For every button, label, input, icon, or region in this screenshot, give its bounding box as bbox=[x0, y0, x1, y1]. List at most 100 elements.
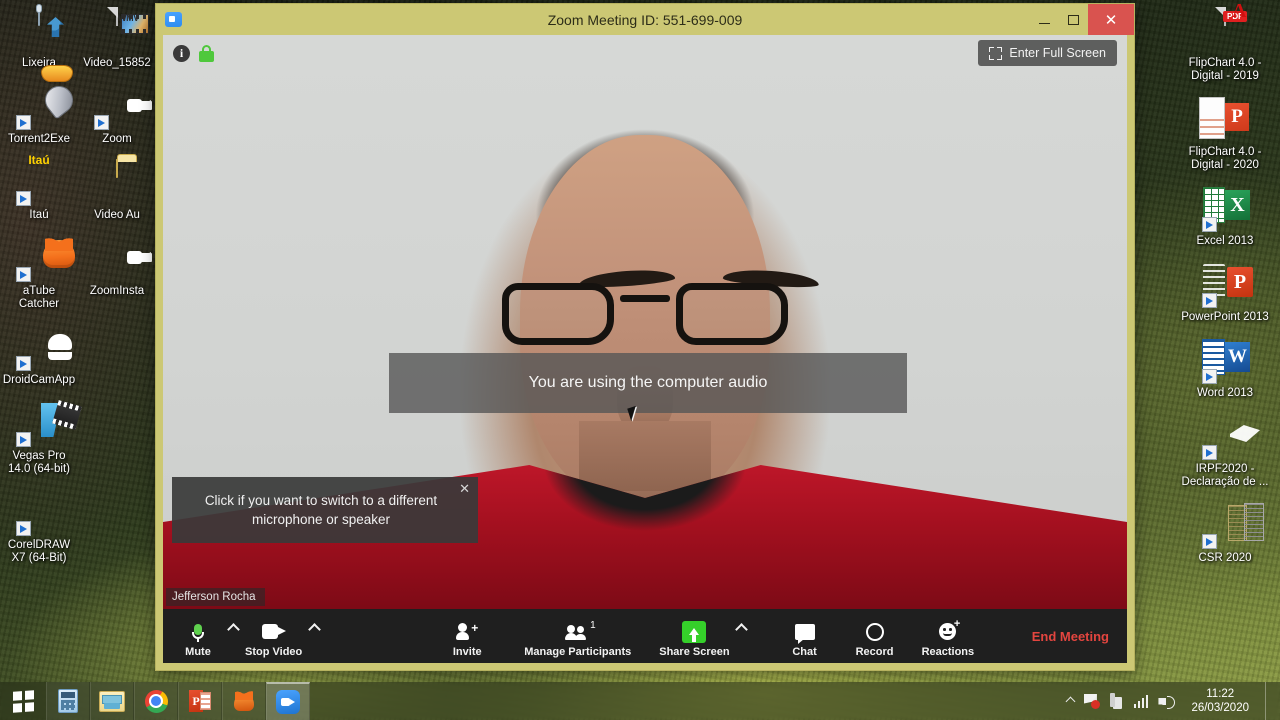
volume-speaker-icon[interactable] bbox=[1158, 694, 1176, 709]
desktop-icon-label: FlipChart 4.0 - Digital - 2020 bbox=[1188, 146, 1262, 171]
stop-video-button[interactable]: Stop Video bbox=[245, 615, 302, 658]
desktop-icon-droidcamapp[interactable]: DroidCamApp bbox=[0, 321, 78, 389]
desktop-icon-coreldraw[interactable]: CorelDRAW X7 (64-Bit) bbox=[0, 486, 78, 567]
taskbar-app-calculator[interactable] bbox=[46, 682, 90, 720]
share-screen-label: Share Screen bbox=[659, 645, 730, 658]
invite-button[interactable]: + Invite bbox=[444, 615, 490, 658]
zoom-installer-icon bbox=[94, 236, 151, 282]
reactions-label: Reactions bbox=[921, 645, 975, 658]
desktop-icon-csr-2020[interactable]: CSR 2020 bbox=[1170, 499, 1280, 567]
taskbar-app-powerpoint[interactable]: P bbox=[178, 682, 222, 720]
network-signal-icon[interactable] bbox=[1133, 694, 1149, 708]
recycle-bin-icon bbox=[16, 7, 62, 54]
desktop-icon-label: IRPF2020 - Declaração de ... bbox=[1181, 463, 1269, 488]
desktop-icon-irpf2020[interactable]: IRPF2020 - Declaração de ... bbox=[1170, 410, 1280, 491]
powerpoint-file-icon: P bbox=[1199, 97, 1249, 143]
record-button[interactable]: Record bbox=[852, 615, 898, 658]
file-explorer-icon bbox=[99, 690, 125, 712]
zoom-meeting-toolbar: Mute Stop Video + Invite 1 Manage Partic… bbox=[163, 609, 1127, 663]
video-options-chevron-up-icon[interactable] bbox=[302, 609, 326, 663]
desktop-icon-label: aTube Catcher bbox=[18, 285, 60, 310]
windows-start-icon[interactable] bbox=[0, 682, 46, 720]
window-titlebar[interactable]: Zoom Meeting ID: 551-699-009 ✕ bbox=[156, 4, 1134, 35]
desktop-icon-torrent2exe[interactable]: Torrent2Exe bbox=[0, 80, 78, 148]
zoom-icon bbox=[276, 690, 300, 714]
maximize-button[interactable] bbox=[1059, 4, 1088, 35]
enter-full-screen-label: Enter Full Screen bbox=[1009, 46, 1106, 60]
record-circle-icon bbox=[865, 620, 884, 644]
shortcut-arrow-icon bbox=[16, 356, 31, 371]
desktop-icon-flipchart-2020[interactable]: P FlipChart 4.0 - Digital - 2020 bbox=[1170, 93, 1280, 174]
clock-date: 26/03/2020 bbox=[1191, 702, 1249, 714]
windows-taskbar: P 11:22 26/03/2020 bbox=[0, 682, 1280, 720]
desktop-icon-label: FlipChart 4.0 - Digital - 2019 bbox=[1188, 57, 1262, 82]
share-screen-button[interactable]: Share Screen bbox=[659, 615, 730, 658]
reactions-button[interactable]: + Reactions bbox=[922, 615, 975, 658]
record-label: Record bbox=[855, 645, 894, 658]
powerpoint-icon: P bbox=[189, 690, 211, 712]
coreldraw-icon bbox=[16, 490, 62, 536]
camera-icon bbox=[261, 620, 286, 644]
system-tray: 11:22 26/03/2020 bbox=[1063, 682, 1280, 720]
taskbar-app-atube-catcher[interactable] bbox=[222, 682, 266, 720]
atube-catcher-icon bbox=[16, 236, 62, 282]
desktop-icon-label: CorelDRAW X7 (64-Bit) bbox=[7, 539, 71, 564]
desktop-icon-video-au-folder[interactable]: Video Au bbox=[78, 156, 156, 224]
shortcut-arrow-icon bbox=[1202, 293, 1217, 308]
desktop-icon-lixeira[interactable]: Lixeira bbox=[0, 4, 78, 72]
taskbar-app-google-chrome[interactable] bbox=[134, 682, 178, 720]
invite-person-icon: + bbox=[456, 620, 478, 644]
mute-button[interactable]: Mute bbox=[175, 615, 221, 658]
shortcut-arrow-icon bbox=[1202, 445, 1217, 460]
action-center-flag-icon[interactable] bbox=[1084, 694, 1100, 709]
safely-remove-hardware-icon[interactable] bbox=[1109, 693, 1124, 709]
desktop-icon-label: Vegas Pro 14.0 (64-bit) bbox=[7, 450, 70, 475]
desktop-icon-vegas-pro[interactable]: Vegas Pro 14.0 (64-bit) bbox=[0, 397, 78, 478]
desktop-icon-spacer bbox=[78, 321, 156, 389]
taskbar-app-file-explorer[interactable] bbox=[90, 682, 134, 720]
invite-label: Invite bbox=[452, 645, 482, 658]
manage-participants-button[interactable]: 1 Manage Participants bbox=[524, 615, 631, 658]
desktop-icon-excel-2013[interactable]: X Excel 2013 bbox=[1170, 182, 1280, 250]
desktop-icon-atube-catcher[interactable]: aTube Catcher bbox=[0, 232, 78, 313]
close-button[interactable]: ✕ bbox=[1088, 4, 1134, 35]
end-meeting-button[interactable]: End Meeting bbox=[1032, 629, 1115, 644]
desktop-icon-label: Zoom bbox=[102, 133, 132, 145]
taskbar-clock[interactable]: 11:22 26/03/2020 bbox=[1185, 687, 1255, 715]
tooltip-text: Click if you want to switch to a differe… bbox=[204, 493, 438, 527]
desktop-icon-flipchart-2019[interactable]: PDF A FlipChart 4.0 - Digital - 2019 bbox=[1170, 1, 1280, 85]
people-icon: 1 bbox=[564, 620, 596, 644]
desktop-icon-label: CSR 2020 bbox=[1198, 552, 1252, 564]
share-options-chevron-up-icon[interactable] bbox=[730, 609, 754, 663]
show-hidden-icons-chevron[interactable] bbox=[1065, 696, 1076, 706]
pdf-file-icon: PDF A bbox=[1202, 1, 1248, 54]
desktop-icon-word-2013[interactable]: W Word 2013 bbox=[1170, 334, 1280, 402]
share-screen-arrow-icon bbox=[682, 620, 707, 644]
video-neck bbox=[579, 421, 711, 491]
encryption-lock-icon[interactable] bbox=[199, 44, 214, 62]
droidcam-icon bbox=[16, 325, 62, 371]
shortcut-arrow-icon bbox=[16, 432, 31, 447]
desktop-icon-zoom[interactable]: Zoom bbox=[78, 80, 156, 148]
video-stage: i Enter Full Screen You are using the co… bbox=[163, 35, 1127, 609]
audio-options-chevron-up-icon[interactable] bbox=[221, 609, 245, 663]
atube-catcher-icon bbox=[233, 691, 255, 711]
folder-icon bbox=[94, 159, 140, 206]
powerpoint-app-icon: P bbox=[1202, 262, 1253, 308]
desktop-icon-video-15852[interactable]: WMV Video_15852 bbox=[78, 4, 156, 72]
zoom-app-icon bbox=[94, 84, 151, 130]
close-icon[interactable]: ✕ bbox=[459, 482, 470, 495]
desktop-icon-label: Excel 2013 bbox=[1196, 235, 1254, 247]
excel-app-icon: X bbox=[1202, 186, 1250, 232]
meeting-info-icon[interactable]: i bbox=[173, 44, 190, 62]
desktop-icon-itau[interactable]: Itaú Itaú bbox=[0, 153, 78, 224]
desktop-icon-powerpoint-2013[interactable]: P PowerPoint 2013 bbox=[1170, 258, 1280, 326]
taskbar-app-zoom[interactable] bbox=[266, 682, 310, 720]
minimize-button[interactable] bbox=[1030, 4, 1059, 35]
desktop-icon-label: Video_15852 bbox=[83, 57, 151, 69]
reactions-smiley-icon: + bbox=[939, 619, 960, 644]
show-desktop-button[interactable] bbox=[1265, 682, 1272, 720]
desktop-icon-zoominstaller[interactable]: ZoomInsta bbox=[78, 232, 156, 313]
enter-full-screen-button[interactable]: Enter Full Screen bbox=[978, 40, 1117, 66]
chat-button[interactable]: Chat bbox=[782, 615, 828, 658]
